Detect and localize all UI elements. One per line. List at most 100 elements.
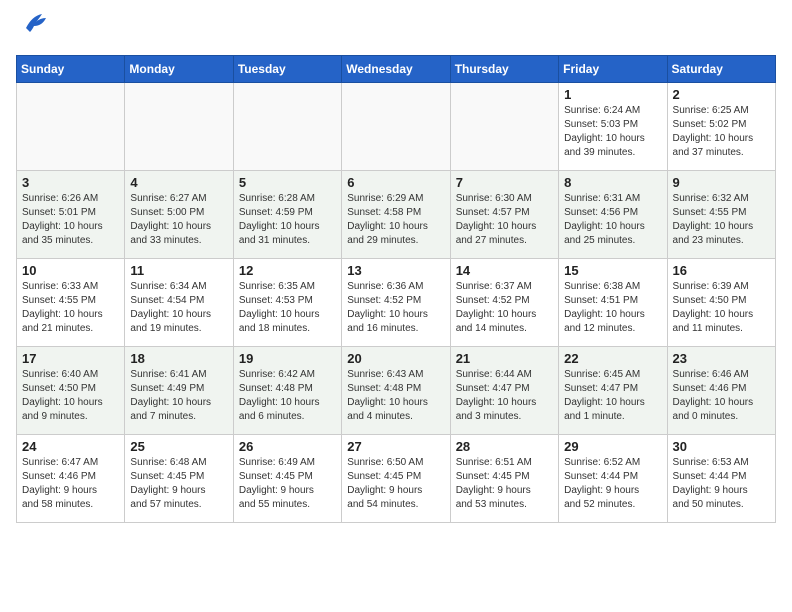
- header-day-thursday: Thursday: [450, 56, 558, 83]
- day-info: Sunrise: 6:53 AM Sunset: 4:44 PM Dayligh…: [673, 456, 770, 512]
- header-day-saturday: Saturday: [667, 56, 775, 83]
- day-number: 20: [347, 351, 444, 366]
- calendar-cell: 7 Sunrise: 6:30 AM Sunset: 4:57 PM Daylig…: [450, 171, 558, 259]
- day-info: Sunrise: 6:49 AM Sunset: 4:45 PM Dayligh…: [239, 456, 336, 512]
- calendar-cell: 14Sunrise: 6:37 AM Sunset: 4:52 PM Dayli…: [450, 259, 558, 347]
- calendar-cell: 26 Sunrise: 6:49 AM Sunset: 4:45 PM Dayli…: [233, 435, 341, 523]
- calendar-cell: 15Sunrise: 6:38 AM Sunset: 4:51 PM Dayli…: [559, 259, 667, 347]
- day-number: 1: [564, 87, 661, 102]
- day-number: 15: [564, 263, 661, 278]
- day-info: Sunrise: 6:36 AM Sunset: 4:52 PM Dayligh…: [347, 280, 444, 336]
- day-info: Sunrise: 6:48 AM Sunset: 4:45 PM Dayligh…: [130, 456, 227, 512]
- calendar-cell: 21 Sunrise: 6:44 AM Sunset: 4:47 PM Dayli…: [450, 347, 558, 435]
- calendar-week-row: 17Sunrise: 6:40 AM Sunset: 4:50 PM Dayli…: [17, 347, 776, 435]
- day-info: Sunrise: 6:27 AM Sunset: 5:00 PM Dayligh…: [130, 192, 227, 248]
- calendar-cell: 4 Sunrise: 6:27 AM Sunset: 5:00 PM Daylig…: [125, 171, 233, 259]
- day-number: 27: [347, 439, 444, 454]
- day-number: 12: [239, 263, 336, 278]
- calendar-cell: 18 Sunrise: 6:41 AM Sunset: 4:49 PM Dayli…: [125, 347, 233, 435]
- calendar-cell: 10 Sunrise: 6:33 AM Sunset: 4:55 PM Dayli…: [17, 259, 125, 347]
- day-number: 23: [673, 351, 770, 366]
- day-info: Sunrise: 6:50 AM Sunset: 4:45 PM Dayligh…: [347, 456, 444, 512]
- day-info: Sunrise: 6:45 AM Sunset: 4:47 PM Dayligh…: [564, 368, 661, 424]
- calendar-week-row: 24 Sunrise: 6:47 AM Sunset: 4:46 PM Dayli…: [17, 435, 776, 523]
- day-number: 8: [564, 175, 661, 190]
- header-day-wednesday: Wednesday: [342, 56, 450, 83]
- calendar-cell: 5 Sunrise: 6:28 AM Sunset: 4:59 PM Daylig…: [233, 171, 341, 259]
- day-number: 17: [22, 351, 119, 366]
- header-day-sunday: Sunday: [17, 56, 125, 83]
- calendar-cell: 30 Sunrise: 6:53 AM Sunset: 4:44 PM Dayli…: [667, 435, 775, 523]
- day-info: Sunrise: 6:35 AM Sunset: 4:53 PM Dayligh…: [239, 280, 336, 336]
- calendar-cell: 1Sunrise: 6:24 AM Sunset: 5:03 PM Daylig…: [559, 83, 667, 171]
- calendar-table: SundayMondayTuesdayWednesdayThursdayFrid…: [16, 55, 776, 523]
- day-number: 11: [130, 263, 227, 278]
- calendar-cell: [342, 83, 450, 171]
- day-number: 7: [456, 175, 553, 190]
- day-number: 3: [22, 175, 119, 190]
- calendar-cell: 27 Sunrise: 6:50 AM Sunset: 4:45 PM Dayli…: [342, 435, 450, 523]
- calendar-cell: 24 Sunrise: 6:47 AM Sunset: 4:46 PM Dayli…: [17, 435, 125, 523]
- calendar-cell: 2Sunrise: 6:25 AM Sunset: 5:02 PM Daylig…: [667, 83, 775, 171]
- day-number: 19: [239, 351, 336, 366]
- day-info: Sunrise: 6:41 AM Sunset: 4:49 PM Dayligh…: [130, 368, 227, 424]
- day-info: Sunrise: 6:39 AM Sunset: 4:50 PM Dayligh…: [673, 280, 770, 336]
- day-info: Sunrise: 6:26 AM Sunset: 5:01 PM Dayligh…: [22, 192, 119, 248]
- calendar-cell: 12 Sunrise: 6:35 AM Sunset: 4:53 PM Dayli…: [233, 259, 341, 347]
- day-info: Sunrise: 6:28 AM Sunset: 4:59 PM Dayligh…: [239, 192, 336, 248]
- calendar-cell: 8 Sunrise: 6:31 AM Sunset: 4:56 PM Daylig…: [559, 171, 667, 259]
- header-day-friday: Friday: [559, 56, 667, 83]
- header-day-monday: Monday: [125, 56, 233, 83]
- day-number: 21: [456, 351, 553, 366]
- calendar-header-row: SundayMondayTuesdayWednesdayThursdayFrid…: [17, 56, 776, 83]
- day-info: Sunrise: 6:31 AM Sunset: 4:56 PM Dayligh…: [564, 192, 661, 248]
- day-number: 25: [130, 439, 227, 454]
- day-number: 6: [347, 175, 444, 190]
- day-info: Sunrise: 6:52 AM Sunset: 4:44 PM Dayligh…: [564, 456, 661, 512]
- calendar-cell: 28 Sunrise: 6:51 AM Sunset: 4:45 PM Dayli…: [450, 435, 558, 523]
- day-info: Sunrise: 6:51 AM Sunset: 4:45 PM Dayligh…: [456, 456, 553, 512]
- calendar-cell: 16Sunrise: 6:39 AM Sunset: 4:50 PM Dayli…: [667, 259, 775, 347]
- calendar-week-row: 3 Sunrise: 6:26 AM Sunset: 5:01 PM Daylig…: [17, 171, 776, 259]
- day-number: 13: [347, 263, 444, 278]
- day-info: Sunrise: 6:47 AM Sunset: 4:46 PM Dayligh…: [22, 456, 119, 512]
- calendar-cell: 23 Sunrise: 6:46 AM Sunset: 4:46 PM Dayli…: [667, 347, 775, 435]
- calendar-week-row: 1Sunrise: 6:24 AM Sunset: 5:03 PM Daylig…: [17, 83, 776, 171]
- calendar-cell: 9Sunrise: 6:32 AM Sunset: 4:55 PM Daylig…: [667, 171, 775, 259]
- day-info: Sunrise: 6:46 AM Sunset: 4:46 PM Dayligh…: [673, 368, 770, 424]
- calendar-cell: 25 Sunrise: 6:48 AM Sunset: 4:45 PM Dayli…: [125, 435, 233, 523]
- day-number: 30: [673, 439, 770, 454]
- calendar-cell: 6Sunrise: 6:29 AM Sunset: 4:58 PM Daylig…: [342, 171, 450, 259]
- header-area: [16, 16, 776, 43]
- logo: [16, 16, 50, 43]
- day-number: 22: [564, 351, 661, 366]
- calendar-cell: 22 Sunrise: 6:45 AM Sunset: 4:47 PM Dayli…: [559, 347, 667, 435]
- calendar-cell: [233, 83, 341, 171]
- calendar-cell: [17, 83, 125, 171]
- day-number: 4: [130, 175, 227, 190]
- calendar-cell: [125, 83, 233, 171]
- day-number: 5: [239, 175, 336, 190]
- calendar-cell: 13 Sunrise: 6:36 AM Sunset: 4:52 PM Dayli…: [342, 259, 450, 347]
- calendar-cell: 3 Sunrise: 6:26 AM Sunset: 5:01 PM Daylig…: [17, 171, 125, 259]
- day-info: Sunrise: 6:25 AM Sunset: 5:02 PM Dayligh…: [673, 104, 770, 160]
- day-number: 24: [22, 439, 119, 454]
- calendar-cell: 19Sunrise: 6:42 AM Sunset: 4:48 PM Dayli…: [233, 347, 341, 435]
- day-info: Sunrise: 6:43 AM Sunset: 4:48 PM Dayligh…: [347, 368, 444, 424]
- day-number: 26: [239, 439, 336, 454]
- day-info: Sunrise: 6:44 AM Sunset: 4:47 PM Dayligh…: [456, 368, 553, 424]
- day-info: Sunrise: 6:30 AM Sunset: 4:57 PM Dayligh…: [456, 192, 553, 248]
- calendar-cell: 29 Sunrise: 6:52 AM Sunset: 4:44 PM Dayli…: [559, 435, 667, 523]
- calendar-cell: 17Sunrise: 6:40 AM Sunset: 4:50 PM Dayli…: [17, 347, 125, 435]
- day-number: 9: [673, 175, 770, 190]
- calendar-cell: [450, 83, 558, 171]
- day-info: Sunrise: 6:33 AM Sunset: 4:55 PM Dayligh…: [22, 280, 119, 336]
- day-number: 10: [22, 263, 119, 278]
- day-number: 29: [564, 439, 661, 454]
- day-number: 18: [130, 351, 227, 366]
- day-info: Sunrise: 6:37 AM Sunset: 4:52 PM Dayligh…: [456, 280, 553, 336]
- logo-bird-icon: [22, 8, 50, 43]
- day-info: Sunrise: 6:34 AM Sunset: 4:54 PM Dayligh…: [130, 280, 227, 336]
- day-number: 28: [456, 439, 553, 454]
- calendar-cell: 11 Sunrise: 6:34 AM Sunset: 4:54 PM Dayli…: [125, 259, 233, 347]
